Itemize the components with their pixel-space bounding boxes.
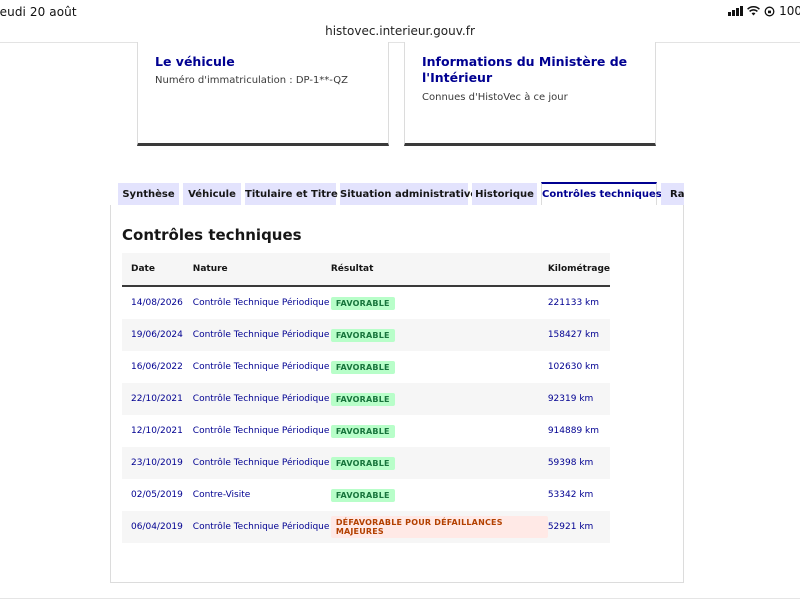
tab-titulaire-titre[interactable]: Titulaire et Titre bbox=[245, 183, 338, 206]
cell-kilometrage: 59398 km bbox=[547, 447, 610, 479]
cell-kilometrage: 92319 km bbox=[547, 383, 610, 415]
result-badge: FAVORABLE bbox=[330, 296, 395, 310]
table-row: 22/10/2021 Contrôle Technique Périodique… bbox=[122, 383, 610, 415]
table-row: 06/04/2019 Contrôle Technique Périodique… bbox=[122, 511, 610, 543]
tab-synthese[interactable]: Synthèse bbox=[118, 183, 179, 206]
cell-date: 16/06/2022 bbox=[131, 362, 183, 372]
cell-nature: Contrôle Technique Périodique bbox=[192, 447, 331, 479]
cell-kilometrage: 221133 km bbox=[547, 298, 600, 308]
cell-date: 12/10/2021 bbox=[131, 426, 183, 436]
status-icons: 100 bbox=[728, 4, 800, 18]
result-badge: FAVORABLE bbox=[330, 424, 395, 438]
vehicle-registration-text: Numéro d'immatriculation : DP-1**-QZ bbox=[155, 75, 348, 86]
table-row: 23/10/2019 Contrôle Technique Périodique… bbox=[122, 447, 610, 479]
table-row: 02/05/2019 Contre-Visite FAVORABLE 53342… bbox=[122, 479, 610, 511]
address-bar[interactable]: histovec.interieur.gouv.fr bbox=[0, 22, 800, 43]
vehicle-card: Le véhicule Numéro d'immatriculation : D… bbox=[137, 42, 389, 146]
tab-situation-administrative[interactable]: Situation administrative bbox=[340, 183, 477, 206]
column-header-kilometrage: Kilométrage bbox=[547, 253, 610, 287]
cell-nature: Contrôle Technique Périodique bbox=[192, 426, 330, 436]
ministry-card-title: Informations du Ministère de l'Intérieur bbox=[422, 54, 628, 85]
result-badge: FAVORABLE bbox=[330, 360, 395, 374]
cell-date: 06/04/2019 bbox=[122, 511, 193, 543]
tab-panel: Contrôles techniques Date Nature Résulta… bbox=[110, 205, 684, 583]
cell-date: 19/06/2024 bbox=[122, 319, 193, 351]
battery-level: 100 bbox=[779, 4, 800, 18]
result-badge: FAVORABLE bbox=[330, 328, 395, 342]
table-header-row: Date Nature Résultat Kilométrage bbox=[122, 253, 610, 287]
ministry-card: Informations du Ministère de l'Intérieur… bbox=[404, 42, 656, 146]
cell-nature: Contrôle Technique Périodique bbox=[192, 362, 330, 372]
status-bar: Jeudi 20 août 100 bbox=[0, 0, 800, 22]
column-header-resultat: Résultat bbox=[330, 253, 548, 287]
wifi-icon bbox=[747, 6, 761, 16]
section-title: Contrôles techniques bbox=[122, 226, 302, 244]
signal-icon bbox=[728, 6, 744, 16]
result-badge-defavorable: DÉFAVORABLE POUR DÉFAILLANCES MAJEURES bbox=[330, 516, 548, 538]
result-badge: FAVORABLE bbox=[330, 456, 395, 470]
cell-kilometrage: 158427 km bbox=[547, 319, 610, 351]
tab-historique[interactable]: Historique bbox=[472, 183, 537, 206]
controles-table: Date Nature Résultat Kilométrage 14/08/2… bbox=[122, 253, 610, 543]
cell-kilometrage: 102630 km bbox=[547, 362, 600, 372]
column-header-date: Date bbox=[122, 253, 193, 287]
cell-kilometrage: 52921 km bbox=[547, 511, 610, 543]
vehicle-card-title: Le véhicule bbox=[155, 54, 235, 69]
tab-vehicule[interactable]: Véhicule bbox=[183, 183, 241, 206]
table-row: 16/06/2022 Contrôle Technique Périodique… bbox=[122, 351, 610, 383]
table-row: 12/10/2021 Contrôle Technique Périodique… bbox=[122, 415, 610, 447]
result-badge: FAVORABLE bbox=[330, 392, 395, 406]
status-time: Jeudi 20 août bbox=[0, 5, 77, 19]
ministry-card-text: Connues d'HistoVec à ce jour bbox=[422, 92, 568, 103]
cell-kilometrage: 914889 km bbox=[547, 426, 600, 436]
orientation-lock-icon bbox=[764, 6, 775, 16]
cell-nature: Contrôle Technique Périodique bbox=[192, 511, 331, 543]
cell-nature: Contrôle Technique Périodique bbox=[192, 319, 331, 351]
cell-nature: Contrôle Technique Périodique bbox=[192, 298, 330, 308]
tab-rapport[interactable]: Rapport bbox=[661, 183, 684, 206]
table-row: 14/08/2026 Contrôle Technique Périodique… bbox=[122, 286, 610, 319]
tab-bar: Synthèse Véhicule Titulaire et Titre Sit… bbox=[118, 182, 684, 206]
cell-kilometrage: 53342 km bbox=[547, 490, 594, 500]
result-badge: FAVORABLE bbox=[330, 488, 395, 502]
cell-date: 14/08/2026 bbox=[131, 298, 183, 308]
cell-nature: Contrôle Technique Périodique bbox=[192, 383, 331, 415]
cell-date: 23/10/2019 bbox=[122, 447, 193, 479]
url-text: histovec.interieur.gouv.fr bbox=[325, 24, 475, 38]
column-header-nature: Nature bbox=[192, 253, 331, 287]
tab-controles-techniques[interactable]: Contrôles techniques bbox=[541, 182, 662, 206]
cell-nature: Contre-Visite bbox=[192, 490, 251, 500]
cell-date: 22/10/2021 bbox=[122, 383, 193, 415]
page-bottom-divider bbox=[0, 598, 800, 599]
cell-date: 02/05/2019 bbox=[131, 490, 183, 500]
table-row: 19/06/2024 Contrôle Technique Périodique… bbox=[122, 319, 610, 351]
